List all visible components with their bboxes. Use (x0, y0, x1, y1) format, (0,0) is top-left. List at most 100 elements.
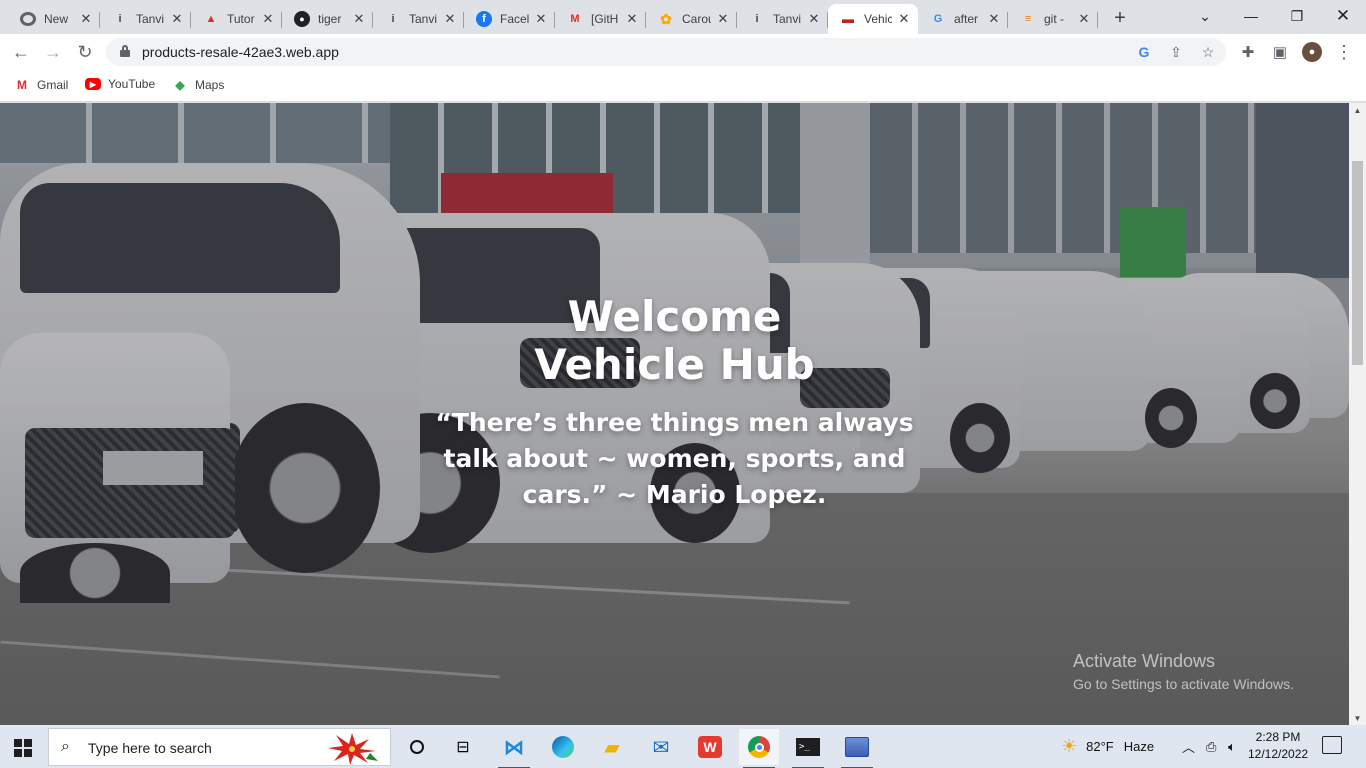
bookmarks-bar: M Gmail ▶ YouTube ◆ Maps (0, 70, 1366, 102)
close-tab-icon[interactable]: ✕ (1076, 11, 1092, 27)
profile-avatar[interactable]: ● (1302, 42, 1322, 62)
tab-0[interactable]: New ✕ (8, 4, 100, 34)
hero-title-line2: Vehicle Hub (534, 340, 815, 389)
terminal-icon[interactable]: >_ (788, 729, 828, 768)
watermark-title: Activate Windows (1073, 651, 1216, 671)
side-panel-icon[interactable]: ▣ (1270, 42, 1290, 62)
tab-9-active[interactable]: ▬ Vehic ✕ (828, 4, 918, 34)
tab-10[interactable]: G after ✕ (918, 4, 1008, 34)
vscode-icon[interactable]: ⋈ (494, 729, 534, 768)
close-tab-icon[interactable]: ✕ (351, 11, 367, 27)
close-tab-icon[interactable]: ✕ (715, 11, 731, 27)
lock-icon[interactable] (120, 45, 130, 57)
person-icon: i (755, 13, 759, 25)
close-tab-icon[interactable]: ✕ (169, 11, 185, 27)
hero-text-block: Welcome Vehicle Hub “There’s three thing… (0, 293, 1349, 513)
chrome-taskbar-icon[interactable] (739, 729, 779, 768)
tab-search-chevron-icon[interactable]: ⌄ (1190, 4, 1220, 28)
network-app-icon[interactable] (837, 729, 877, 768)
tab-1[interactable]: i Tanvi ✕ (100, 4, 191, 34)
show-hidden-icons-chevron[interactable]: ︿ (1182, 725, 1195, 768)
sunflower-icon: ✿ (660, 10, 672, 27)
tab-8[interactable]: i Tanvi ✕ (737, 4, 828, 34)
chrome-icon (20, 12, 36, 26)
file-explorer-icon[interactable]: ▰ (592, 729, 632, 765)
page-scrollbar[interactable]: ▲ ▼ (1349, 103, 1366, 725)
task-view-icon[interactable]: ⊟ (443, 729, 483, 765)
hero-quote: “There’s three things men always talk ab… (435, 408, 914, 509)
windows-start-icon[interactable] (14, 739, 32, 757)
system-clock[interactable]: 2:28 PM 12/12/2022 (1248, 729, 1308, 763)
volume-icon[interactable]: 🔈︎ (1228, 725, 1236, 768)
scroll-up-arrow-icon[interactable]: ▲ (1349, 103, 1366, 117)
gmail-icon: M (17, 78, 27, 92)
facebook-icon: f (476, 11, 492, 27)
reload-button[interactable]: ↻ (73, 40, 97, 64)
url-text[interactable]: products-resale-42ae3.web.app (142, 44, 339, 60)
bookmark-star-icon[interactable]: ☆ (1198, 42, 1218, 62)
close-tab-icon[interactable]: ✕ (986, 11, 1002, 27)
bookmark-youtube[interactable]: ▶ YouTube (85, 77, 155, 91)
tab-2[interactable]: ▲ Tutor ✕ (191, 4, 282, 34)
weather-temp: 82°F (1086, 739, 1114, 754)
tab-title: Vehic (864, 12, 892, 26)
tab-title: [GitH (591, 12, 619, 26)
tab-11[interactable]: ≡ git - ✕ (1008, 4, 1098, 34)
notification-center-icon[interactable] (1322, 736, 1342, 754)
back-button[interactable]: ← (9, 40, 33, 64)
cortana-icon[interactable] (397, 729, 437, 765)
tab-7[interactable]: ✿ Carou ✕ (646, 4, 737, 34)
close-tab-icon[interactable]: ✕ (624, 11, 640, 27)
meet-now-icon[interactable]: ⎙ (1206, 725, 1216, 768)
tab-title: Tutor (227, 12, 255, 26)
windows-taskbar: ⌕ Type here to search ⊟ ⋈ ▰ ✉ W >_ ☀ 82°… (0, 725, 1366, 768)
tab-title: git - (1044, 12, 1065, 26)
mail-icon[interactable]: ✉ (641, 729, 681, 765)
clock-date: 12/12/2022 (1248, 747, 1309, 761)
scrollbar-thumb[interactable] (1352, 161, 1363, 365)
minimize-button[interactable]: — (1236, 4, 1266, 28)
extensions-puzzle-icon[interactable]: ✚ (1238, 42, 1258, 62)
hero-title: Welcome Vehicle Hub (0, 293, 1349, 389)
close-tab-icon[interactable]: ✕ (896, 11, 912, 27)
tab-title: New (44, 12, 69, 26)
google-translate-icon[interactable]: G (1134, 42, 1154, 62)
weather-widget[interactable]: ☀ 82°F Haze (1061, 725, 1154, 768)
taskbar-search-box[interactable]: ⌕ Type here to search (48, 728, 391, 766)
activate-windows-watermark: Activate Windows Go to Settings to activ… (1073, 651, 1294, 692)
menu-kebab-icon[interactable]: ⋮ (1334, 42, 1354, 62)
bookmark-label: YouTube (108, 77, 156, 91)
browser-toolbar: ← → ↻ products-resale-42ae3.web.app G ⇪ … (0, 34, 1366, 70)
close-tab-icon[interactable]: ✕ (78, 11, 94, 27)
edge-icon[interactable] (543, 729, 583, 765)
close-tab-icon[interactable]: ✕ (806, 11, 822, 27)
tab-6[interactable]: M [GitH ✕ (555, 4, 646, 34)
person-icon: i (391, 13, 395, 25)
tab-4[interactable]: i Tanvi ✕ (373, 4, 464, 34)
forward-button[interactable]: → (41, 40, 65, 64)
tab-title: Carou (682, 12, 711, 26)
close-tab-icon[interactable]: ✕ (442, 11, 458, 27)
page-viewport: Welcome Vehicle Hub “There’s three thing… (0, 103, 1366, 725)
address-bar[interactable]: products-resale-42ae3.web.app G ⇪ ☆ (106, 38, 1226, 66)
tab-3[interactable]: ● tiger ✕ (282, 4, 373, 34)
close-tab-icon[interactable]: ✕ (260, 11, 276, 27)
tab-5[interactable]: f Facel ✕ (464, 4, 555, 34)
tab-title: Facel (500, 12, 529, 26)
restore-button[interactable]: ❐ (1282, 4, 1312, 28)
wps-office-icon[interactable]: W (690, 729, 730, 765)
gmail-icon: M (570, 13, 580, 25)
tab-strip: New ✕ i Tanvi ✕ ▲ Tutor ✕ ● tiger ✕ i Ta… (0, 0, 1366, 34)
close-window-button[interactable]: ✕ (1328, 4, 1358, 28)
taskbar-search-placeholder: Type here to search (88, 740, 212, 756)
stackoverflow-icon: ≡ (1024, 13, 1032, 25)
close-tab-icon[interactable]: ✕ (533, 11, 549, 27)
haze-weather-icon: ☀ (1061, 736, 1078, 756)
tab-title: Tanvi (773, 12, 802, 26)
bookmark-maps[interactable]: ◆ Maps (172, 77, 224, 93)
share-icon[interactable]: ⇪ (1166, 42, 1186, 62)
new-tab-button[interactable]: + (1108, 6, 1132, 30)
github-icon: ● (294, 11, 310, 27)
scroll-down-arrow-icon[interactable]: ▼ (1349, 711, 1366, 725)
bookmark-gmail[interactable]: M Gmail (14, 77, 68, 93)
